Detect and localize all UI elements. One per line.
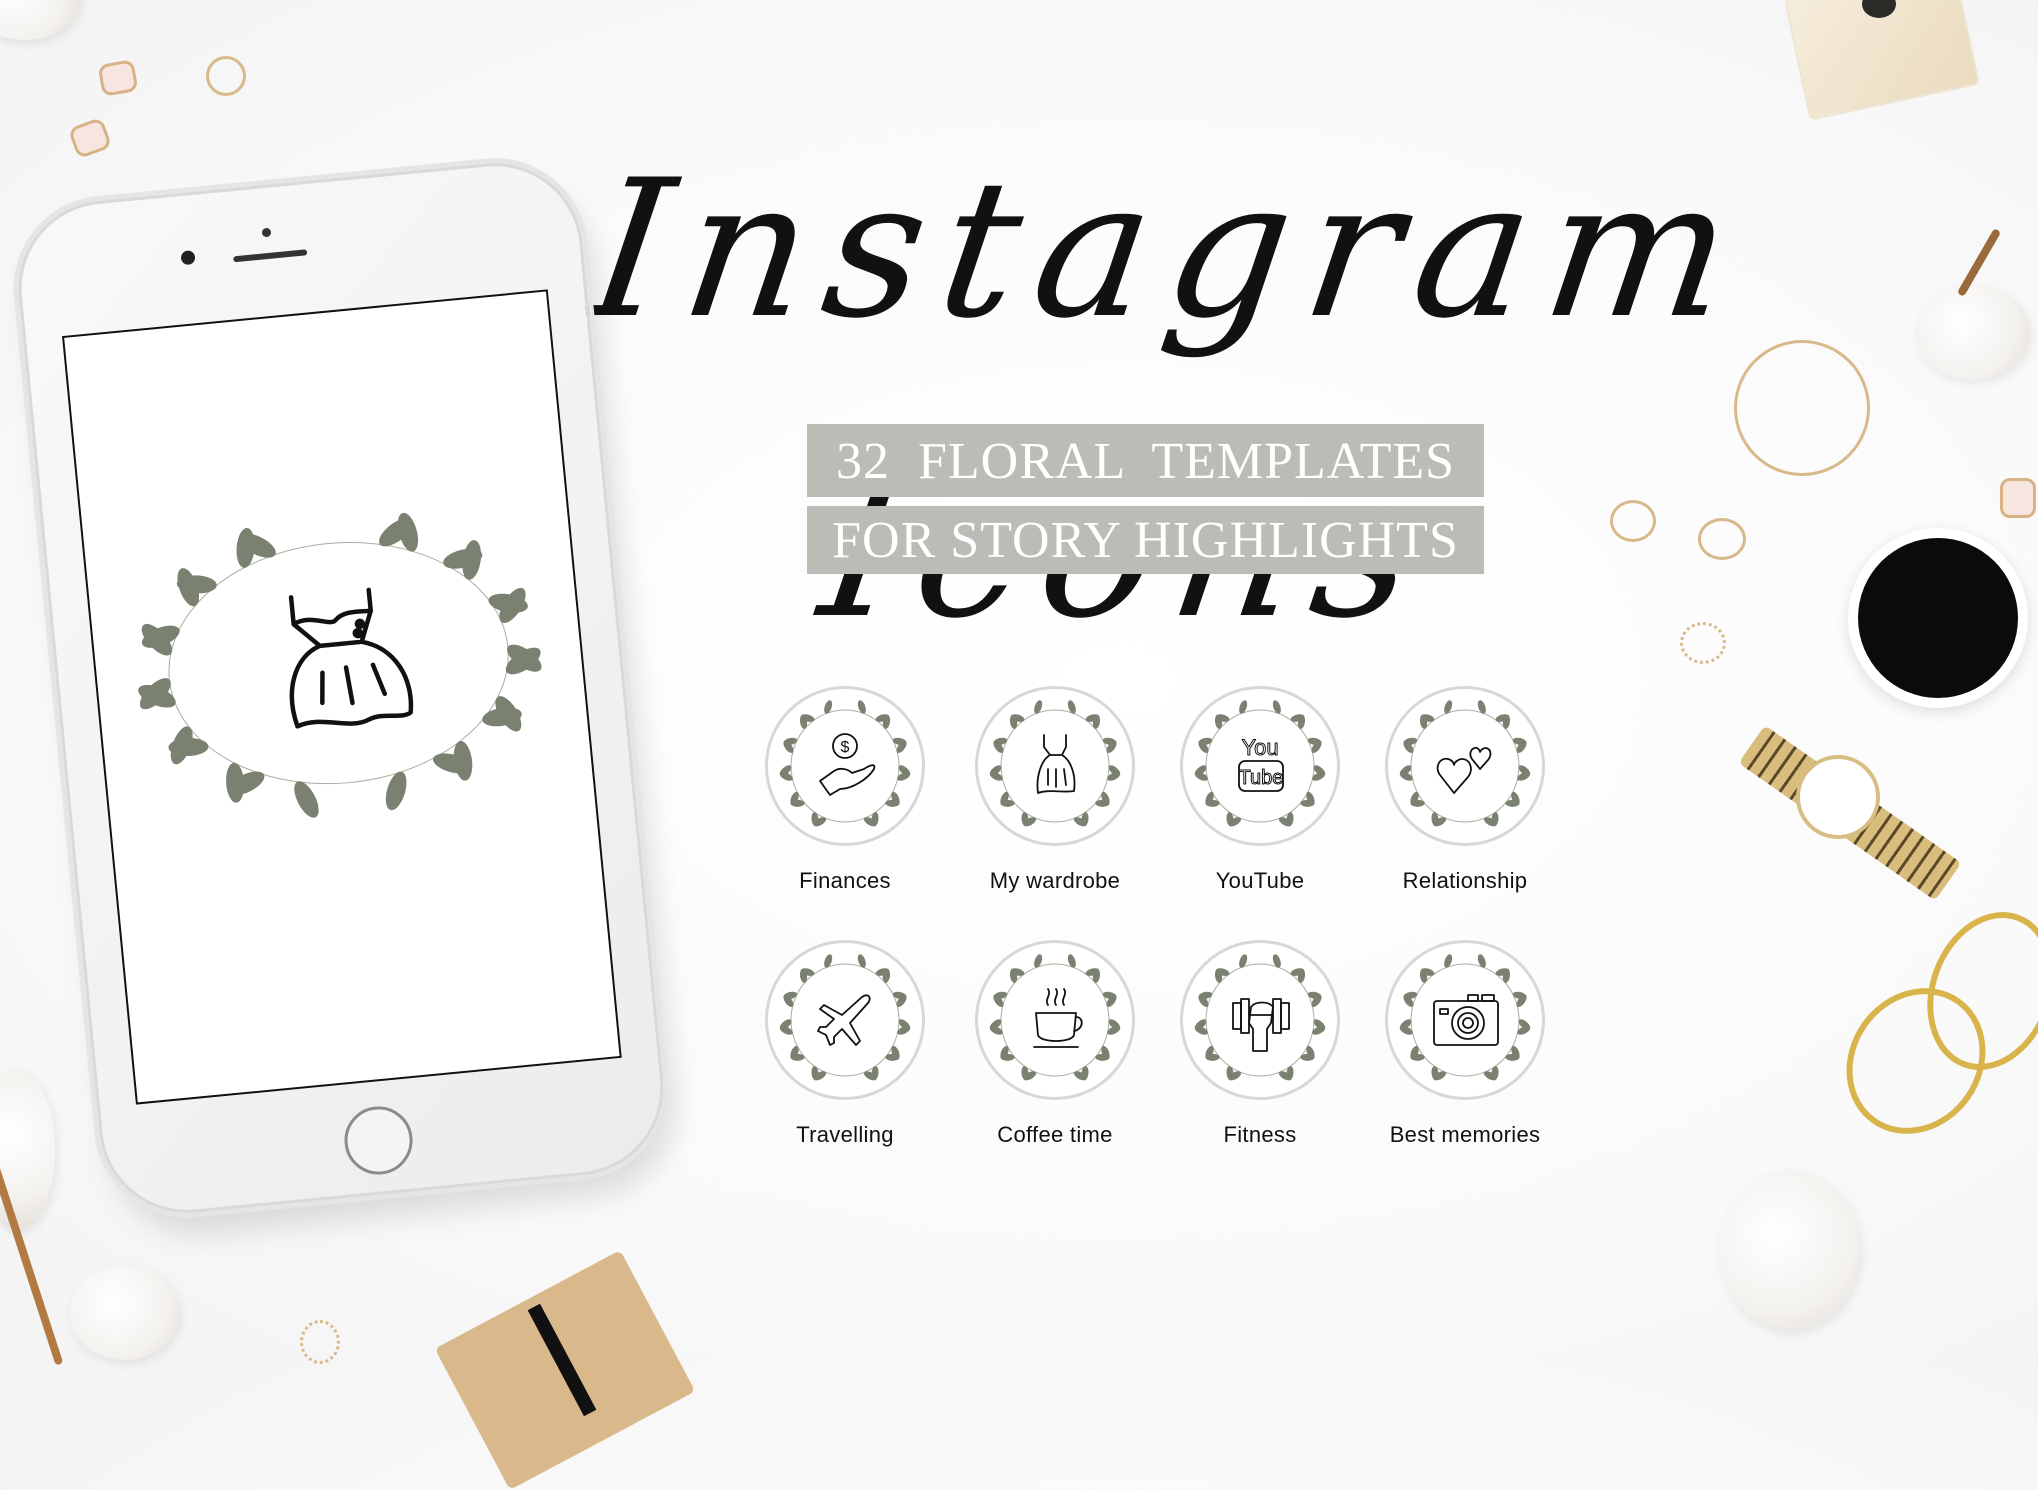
highlight-circle[interactable] bbox=[1385, 940, 1545, 1100]
gold-ring bbox=[1698, 518, 1746, 560]
coffee-cup-icon bbox=[1033, 988, 1083, 1048]
leaf bbox=[857, 954, 866, 968]
earring bbox=[97, 59, 139, 97]
leaf bbox=[1034, 954, 1043, 968]
page-title: Instagram Icons bbox=[578, 139, 1762, 660]
leaf bbox=[1272, 700, 1281, 714]
highlight-label: Finances bbox=[799, 868, 891, 893]
leaf bbox=[824, 700, 833, 714]
gold-bracelet bbox=[1734, 340, 1870, 476]
highlight-label: My wardrobe bbox=[989, 868, 1121, 893]
banner-templates-count: 32 FLORAL TEMPLATES bbox=[807, 424, 1484, 497]
highlight-item-my-wardrobe[interactable]: My wardrobe bbox=[945, 686, 1165, 894]
gold-ring bbox=[1610, 500, 1656, 542]
highlight-circle[interactable] bbox=[765, 940, 925, 1100]
leaf bbox=[1239, 954, 1248, 968]
gold-ring bbox=[1680, 622, 1726, 664]
gold-watch-face bbox=[1796, 755, 1880, 839]
highlight-item-coffee-time[interactable]: Coffee time bbox=[945, 940, 1165, 1148]
olive-wreath bbox=[1194, 700, 1326, 827]
cotton-flower-right bbox=[1915, 285, 2030, 380]
cotton-flower-bottom-left bbox=[70, 1265, 180, 1360]
cotton-flower-bottom-right bbox=[1720, 1170, 1860, 1330]
highlight-circle[interactable] bbox=[1385, 686, 1545, 846]
leaf bbox=[385, 771, 407, 811]
hearts-icon bbox=[1436, 747, 1492, 794]
highlight-item-youtube[interactable]: You Tube YouTube bbox=[1150, 686, 1370, 894]
banner-story-highlights: FOR STORY HIGHLIGHTS bbox=[807, 506, 1484, 574]
phone-sensor bbox=[261, 227, 272, 238]
highlight-label: Relationship bbox=[1402, 868, 1528, 893]
svg-text:Tube: Tube bbox=[1239, 767, 1284, 789]
olive-wreath bbox=[1399, 700, 1531, 827]
phone-highlight-preview bbox=[138, 512, 542, 818]
phone-home-button bbox=[341, 1103, 416, 1178]
phone-screen bbox=[61, 289, 622, 1105]
olive-wreath bbox=[989, 954, 1121, 1081]
highlight-item-finances[interactable]: $ Finances bbox=[735, 686, 955, 894]
olive-wreath bbox=[779, 700, 911, 827]
highlight-item-travelling[interactable]: Travelling bbox=[735, 940, 955, 1148]
money-hand-icon: $ bbox=[819, 733, 876, 796]
highlight-label: Fitness bbox=[1223, 1122, 1297, 1147]
svg-text:$: $ bbox=[841, 739, 850, 756]
highlight-item-relationship[interactable]: Relationship bbox=[1355, 686, 1575, 894]
olive-wreath bbox=[138, 512, 542, 818]
leaf bbox=[1034, 700, 1043, 714]
phone-speaker bbox=[233, 249, 308, 263]
leaf bbox=[857, 700, 866, 714]
highlight-label: Best memories bbox=[1389, 1122, 1541, 1147]
highlight-item-fitness[interactable]: Fitness bbox=[1150, 940, 1370, 1148]
perfume-bottle bbox=[1784, 0, 1980, 121]
gold-ring bbox=[300, 1320, 340, 1364]
youtube-text-icon: You Tube bbox=[1238, 735, 1284, 792]
leaf bbox=[294, 781, 319, 818]
phone-camera bbox=[180, 250, 196, 266]
leaf bbox=[1444, 954, 1453, 968]
leaf bbox=[824, 954, 833, 968]
leaf bbox=[1067, 700, 1076, 714]
highlight-item-best-memories[interactable]: Best memories bbox=[1355, 940, 1575, 1148]
camera-icon bbox=[1433, 994, 1499, 1046]
highlight-label: Travelling bbox=[796, 1122, 894, 1147]
leaf bbox=[462, 540, 482, 580]
leaf bbox=[226, 762, 245, 803]
highlight-circle[interactable]: $ bbox=[765, 686, 925, 846]
phone-mockup bbox=[10, 155, 672, 1221]
leaf bbox=[1477, 954, 1486, 968]
olive-wreath bbox=[1194, 954, 1326, 1081]
gold-ring bbox=[206, 56, 246, 96]
highlight-label: YouTube bbox=[1215, 868, 1305, 893]
airplane-icon bbox=[817, 994, 871, 1046]
coffee bbox=[1858, 538, 2018, 698]
highlight-circle[interactable] bbox=[1180, 940, 1340, 1100]
olive-wreath bbox=[779, 954, 911, 1081]
highlight-label: Coffee time bbox=[997, 1122, 1113, 1147]
highlight-circle[interactable]: You Tube bbox=[1180, 686, 1340, 846]
leaf bbox=[1239, 700, 1248, 714]
earring bbox=[2000, 478, 2036, 518]
olive-wreath bbox=[989, 700, 1121, 827]
olive-wreath bbox=[1399, 954, 1531, 1081]
leaf bbox=[1477, 700, 1486, 714]
dress-icon bbox=[1036, 734, 1076, 794]
leaf bbox=[1272, 954, 1281, 968]
cotton-flower-top-left bbox=[0, 0, 80, 40]
earring bbox=[67, 116, 113, 160]
highlight-circle[interactable] bbox=[975, 940, 1135, 1100]
dumbbell-fist-icon bbox=[1232, 998, 1290, 1052]
leaf bbox=[1067, 954, 1076, 968]
dress-icon bbox=[288, 587, 414, 729]
svg-text:You: You bbox=[1241, 735, 1278, 760]
leaf bbox=[1444, 700, 1453, 714]
highlight-circle[interactable] bbox=[975, 686, 1135, 846]
